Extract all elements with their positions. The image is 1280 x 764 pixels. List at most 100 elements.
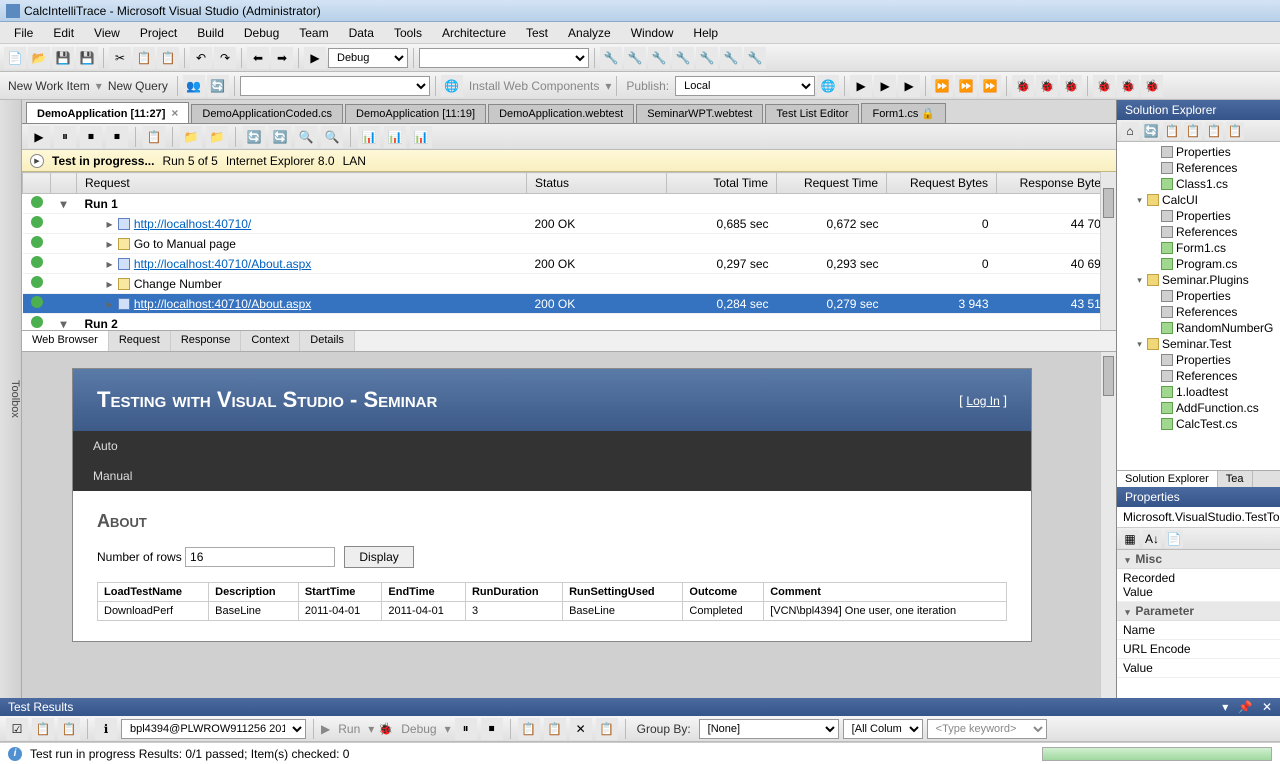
tr-btn8[interactable]: 📋 (596, 718, 618, 740)
nav-manual[interactable]: Manual (73, 461, 1031, 491)
menu-file[interactable]: File (4, 23, 43, 43)
tr-dropdown-icon[interactable]: ▾ (1222, 700, 1228, 714)
menu-help[interactable]: Help (683, 23, 728, 43)
team-icon[interactable]: 👥 (183, 75, 205, 97)
doc-tab[interactable]: DemoApplication [11:27]× (26, 102, 189, 123)
se-btn6[interactable]: 📋 (1226, 122, 1244, 140)
mt-btn3[interactable]: ⏹ (80, 126, 102, 148)
nav-auto[interactable]: Auto (73, 431, 1031, 461)
tr-close-icon[interactable]: ✕ (1262, 700, 1272, 714)
undo-button[interactable]: ↶ (190, 47, 212, 69)
install-web-button[interactable]: Install Web Components (465, 79, 604, 93)
tree-node[interactable]: RandomNumberG (1117, 320, 1280, 336)
tr-pause-button[interactable]: ⏸ (455, 718, 477, 740)
mt-btn13[interactable]: 📊 (384, 126, 406, 148)
new-file-button[interactable]: 📄 (4, 47, 26, 69)
mt-btn6[interactable]: 📁 (180, 126, 202, 148)
toolbox-tab[interactable]: Toolbox (0, 100, 22, 698)
properties-target[interactable]: Microsoft.VisualStudio.TestTo (1117, 507, 1280, 528)
props-cat-btn[interactable]: ▦ (1121, 530, 1139, 548)
mt-btn2[interactable]: ⏸ (54, 126, 76, 148)
tb-misc4[interactable]: 🔧 (672, 47, 694, 69)
mt-btn14[interactable]: 📊 (410, 126, 432, 148)
tree-node[interactable]: References (1117, 224, 1280, 240)
grid-scrollbar[interactable] (1100, 172, 1116, 330)
tree-node[interactable]: References (1117, 368, 1280, 384)
tree-node[interactable]: Properties (1117, 208, 1280, 224)
save-button[interactable]: 💾 (52, 47, 74, 69)
tr-btn5[interactable]: 📋 (518, 718, 540, 740)
tr-selector[interactable]: bpl4394@PLWROW911256 2013-0 (121, 719, 306, 739)
new-query-button[interactable]: New Query (104, 79, 172, 93)
test-btn2[interactable]: ▶ (874, 75, 896, 97)
tree-node[interactable]: Properties (1117, 144, 1280, 160)
se-btn1[interactable]: ⌂ (1121, 122, 1139, 140)
menu-view[interactable]: View (84, 23, 130, 43)
menu-debug[interactable]: Debug (234, 23, 289, 43)
start-button[interactable]: ▶ (304, 47, 326, 69)
se-btn3[interactable]: 📋 (1163, 122, 1181, 140)
menu-team[interactable]: Team (289, 23, 338, 43)
display-button[interactable]: Display (344, 546, 413, 568)
menu-edit[interactable]: Edit (43, 23, 84, 43)
detail-tab-details[interactable]: Details (300, 331, 355, 351)
se-tab[interactable]: Tea (1218, 471, 1253, 487)
tree-node[interactable]: ▾Seminar.Plugins (1117, 272, 1280, 288)
tb-misc6[interactable]: 🔧 (720, 47, 742, 69)
tb-misc3[interactable]: 🔧 (648, 47, 670, 69)
doc-tab[interactable]: Form1.cs 🔒 (861, 103, 946, 123)
se-btn5[interactable]: 📋 (1205, 122, 1223, 140)
test-btn8[interactable]: 🐞 (1036, 75, 1058, 97)
tree-node[interactable]: Properties (1117, 288, 1280, 304)
tr-btn2[interactable]: 📋 (32, 718, 54, 740)
tr-filter-combo[interactable]: <Type keyword> (927, 719, 1047, 739)
menu-project[interactable]: Project (130, 23, 187, 43)
detail-tab-response[interactable]: Response (171, 331, 242, 351)
tree-node[interactable]: ▾CalcUI (1117, 192, 1280, 208)
tree-node[interactable]: Class1.cs (1117, 176, 1280, 192)
mt-btn11[interactable]: 🔍 (321, 126, 343, 148)
test-btn10[interactable]: 🐞 (1093, 75, 1115, 97)
tree-node[interactable]: References (1117, 160, 1280, 176)
doc-tab[interactable]: SeminarWPT.webtest (636, 104, 763, 123)
tr-btn1[interactable]: ☑ (6, 718, 28, 740)
test-btn12[interactable]: 🐞 (1141, 75, 1163, 97)
tb-misc2[interactable]: 🔧 (624, 47, 646, 69)
doc-tab[interactable]: Test List Editor (765, 104, 859, 123)
browser-scrollbar[interactable] (1100, 352, 1116, 698)
nav-back-button[interactable]: ⬅ (247, 47, 269, 69)
doc-tab[interactable]: DemoApplication.webtest (488, 104, 634, 123)
copy-button[interactable]: 📋 (133, 47, 155, 69)
tab-close-icon[interactable]: × (171, 106, 178, 120)
test-btn7[interactable]: 🐞 (1012, 75, 1034, 97)
tr-debug-button[interactable]: Debug (397, 722, 440, 736)
team-combo[interactable] (240, 76, 430, 96)
mt-btn5[interactable]: 📋 (143, 126, 165, 148)
test-btn5[interactable]: ⏩ (955, 75, 977, 97)
se-btn2[interactable]: 🔄 (1142, 122, 1160, 140)
tree-node[interactable]: Program.cs (1117, 256, 1280, 272)
mt-btn1[interactable]: ▶ (28, 126, 50, 148)
test-btn1[interactable]: ▶ (850, 75, 872, 97)
request-grid[interactable]: RequestStatusTotal TimeRequest TimeReque… (22, 172, 1116, 330)
tr-stop-button[interactable]: ⏹ (481, 718, 503, 740)
tree-node[interactable]: CalcTest.cs (1117, 416, 1280, 432)
props-pages-btn[interactable]: 📄 (1165, 530, 1183, 548)
tr-btn3[interactable]: 📋 (58, 718, 80, 740)
redo-button[interactable]: ↷ (214, 47, 236, 69)
save-all-button[interactable]: 💾 (76, 47, 98, 69)
menu-architecture[interactable]: Architecture (432, 23, 516, 43)
menu-window[interactable]: Window (621, 23, 684, 43)
cut-button[interactable]: ✂ (109, 47, 131, 69)
mt-btn7[interactable]: 📁 (206, 126, 228, 148)
tr-cols-combo[interactable]: [All Column (843, 719, 923, 739)
tree-node[interactable]: Properties (1117, 352, 1280, 368)
test-btn11[interactable]: 🐞 (1117, 75, 1139, 97)
tr-pin-icon[interactable]: 📌 (1238, 700, 1253, 714)
tr-run-button[interactable]: Run (334, 722, 364, 736)
publish-target-combo[interactable]: Local (675, 76, 815, 96)
publish-button[interactable]: 🌐 (817, 75, 839, 97)
tree-node[interactable]: References (1117, 304, 1280, 320)
se-tab[interactable]: Solution Explorer (1117, 471, 1218, 487)
new-work-item-button[interactable]: New Work Item (4, 79, 94, 93)
